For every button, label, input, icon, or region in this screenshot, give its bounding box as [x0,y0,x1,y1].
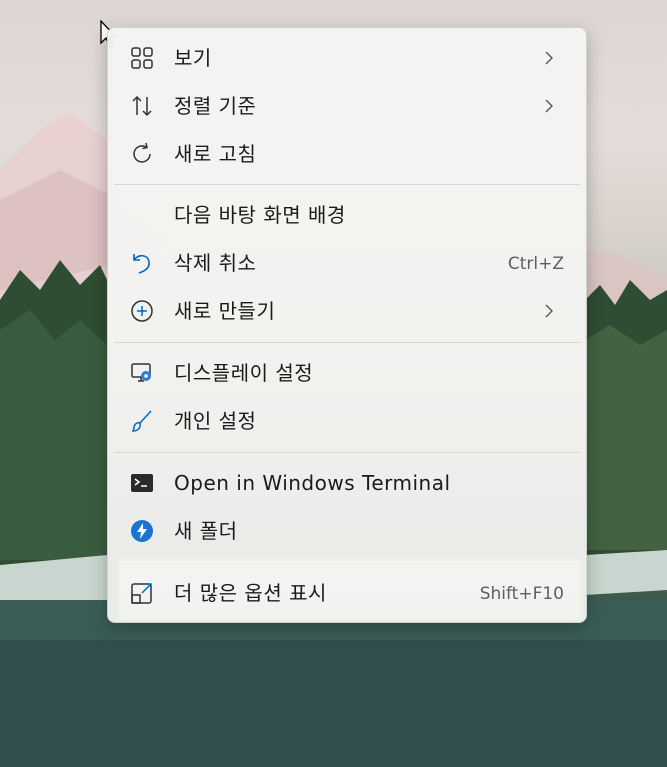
menu-item-undo-delete[interactable]: 삭제 취소 Ctrl+Z [116,241,578,285]
sort-arrows-icon [130,94,154,118]
menu-item-label: 보기 [174,46,212,70]
open-external-icon [130,581,154,605]
menu-item-refresh[interactable]: 새로 고침 [116,132,578,176]
plus-circle-icon [130,299,154,323]
menu-item-view[interactable]: 보기 [116,36,578,80]
menu-item-label: 새로 고침 [174,142,257,166]
menu-item-label: 새 폴더 [174,519,238,543]
menu-item-sort-by[interactable]: 정렬 기준 [116,84,578,128]
menu-item-label: 정렬 기준 [174,94,257,118]
shortcut-text: Ctrl+Z [507,254,564,274]
menu-item-label: 디스플레이 설정 [174,361,314,385]
refresh-icon [130,142,154,166]
menu-item-personalize[interactable]: 개인 설정 [116,399,578,443]
menu-item-new[interactable]: 새로 만들기 [116,289,578,333]
chevron-right-icon [542,98,556,114]
menu-separator [114,184,580,185]
grid-view-icon [130,46,154,70]
menu-item-next-background[interactable]: 다음 바탕 화면 배경 [116,193,578,237]
menu-item-show-more-options[interactable]: 더 많은 옵션 표시 Shift+F10 [116,571,578,615]
menu-item-new-folder[interactable]: 새 폴더 [116,509,578,553]
menu-item-label: 다음 바탕 화면 배경 [174,203,346,227]
shortcut-text: Shift+F10 [479,584,564,604]
desktop-context-menu: 보기 정렬 기준 새로 고침 다음 바탕 화면 배경 삭제 취소 Ctrl+Z … [107,27,587,623]
menu-separator [114,342,580,343]
chevron-right-icon [542,50,556,66]
menu-item-open-terminal[interactable]: Open in Windows Terminal [116,461,578,505]
menu-item-label: Open in Windows Terminal [174,471,451,495]
menu-separator [114,452,580,453]
brush-icon [130,409,154,433]
chevron-right-icon [542,303,556,319]
menu-item-label: 더 많은 옵션 표시 [174,581,327,605]
terminal-icon [130,471,154,495]
lightning-circle-icon [130,519,154,543]
menu-item-label: 개인 설정 [174,409,257,433]
display-settings-icon [130,361,154,385]
menu-item-label: 삭제 취소 [174,251,257,275]
menu-item-label: 새로 만들기 [174,299,276,323]
undo-icon [130,251,154,275]
menu-item-display-settings[interactable]: 디스플레이 설정 [116,351,578,395]
